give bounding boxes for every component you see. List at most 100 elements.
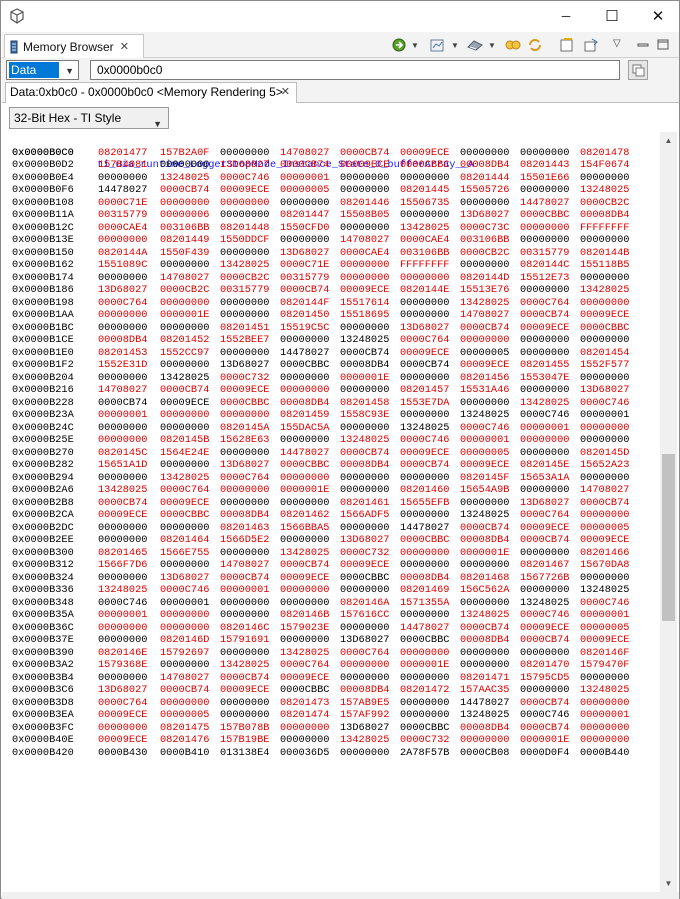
memory-word[interactable]: 00000000	[340, 584, 389, 597]
memory-word[interactable]: 13248025	[400, 422, 449, 435]
memory-word[interactable]: 14478027	[460, 697, 509, 710]
memory-word[interactable]: 00000000	[400, 697, 449, 710]
memory-word[interactable]: 00000000	[160, 322, 209, 335]
memory-word[interactable]: 0820145E	[520, 459, 569, 472]
memory-word[interactable]: 00000000	[220, 697, 269, 710]
format-select[interactable]: 32-Bit Hex - TI Style ▼	[9, 107, 169, 129]
memory-word[interactable]: 00000000	[520, 184, 569, 197]
memory-word[interactable]: 00000000	[280, 472, 329, 485]
tab-close-icon[interactable]: ✕	[120, 40, 129, 53]
memory-word[interactable]: 00000000	[220, 209, 269, 222]
memory-word[interactable]: 0000C764	[98, 297, 147, 310]
memory-word[interactable]: 08201468	[460, 572, 509, 585]
memory-word[interactable]: 00000000	[160, 522, 209, 535]
memory-word[interactable]: 0000C764	[400, 334, 449, 347]
memory-word[interactable]: 13248025	[160, 172, 209, 185]
memory-word[interactable]: 00000000	[520, 147, 569, 160]
memory-word[interactable]: 13D68027	[220, 459, 269, 472]
memory-word[interactable]: 0000001E	[460, 547, 509, 560]
memory-word[interactable]: 13428025	[400, 222, 449, 235]
memory-word[interactable]: 00008DB4	[580, 209, 629, 222]
memory-word[interactable]: 08201467	[520, 559, 569, 572]
memory-word[interactable]: 15513E76	[460, 284, 509, 297]
memory-word[interactable]: 0000CAE4	[98, 222, 147, 235]
memory-word[interactable]: 13D68027	[400, 322, 449, 335]
memory-word[interactable]: 00000000	[340, 184, 389, 197]
memory-word[interactable]: 00000000	[220, 597, 269, 610]
memory-word[interactable]: 08201476	[160, 734, 209, 747]
memory-word[interactable]: 00000000	[340, 484, 389, 497]
memory-word[interactable]: 00000000	[340, 384, 389, 397]
memory-word[interactable]: 0000CBBC	[280, 684, 329, 697]
memory-word[interactable]: 08201470	[520, 659, 569, 672]
address-expression-input[interactable]: 0x0000b0c0	[90, 60, 620, 80]
memory-word[interactable]: 08201465	[98, 547, 147, 560]
memory-word[interactable]: 003106BB	[400, 247, 449, 260]
memory-word[interactable]: 00009ECE	[400, 147, 449, 160]
memory-word[interactable]: 15519C5C	[280, 322, 329, 335]
memory-word[interactable]: 00000000	[340, 322, 389, 335]
memory-word[interactable]: 00000000	[280, 597, 329, 610]
memory-word[interactable]: 00000000	[460, 647, 509, 660]
memory-word[interactable]: 00000000	[580, 722, 629, 735]
memory-word[interactable]: 0000B410	[160, 747, 209, 760]
memory-word[interactable]: 08201449	[160, 234, 209, 247]
memory-word[interactable]: 1551089C	[98, 259, 147, 272]
close-window-button[interactable]: ✕	[635, 1, 680, 31]
memory-word[interactable]: 00000000	[160, 422, 209, 435]
memory-word[interactable]: 00000000	[160, 359, 209, 372]
memory-word[interactable]: 0820146F	[580, 647, 629, 660]
memory-word[interactable]: 1552CC97	[160, 347, 209, 360]
memory-word[interactable]: 08201477	[98, 147, 147, 160]
memory-word[interactable]: 13428025	[340, 734, 389, 747]
memory-word[interactable]: 00000000	[340, 622, 389, 635]
memory-word[interactable]: 13428025	[160, 372, 209, 385]
memory-word[interactable]: 00000000	[98, 522, 147, 535]
memory-word[interactable]: 14478027	[520, 197, 569, 210]
memory-word[interactable]: 00000000	[160, 409, 209, 422]
memory-word[interactable]: 00000000	[340, 672, 389, 685]
memory-word[interactable]: 00000000	[280, 497, 329, 510]
memory-word[interactable]: 00000000	[400, 172, 449, 185]
memory-word[interactable]: 00315779	[220, 284, 269, 297]
memory-word[interactable]: 13428025	[160, 472, 209, 485]
memory-word[interactable]: 00000000	[400, 372, 449, 385]
memory-word[interactable]: 00315779	[98, 209, 147, 222]
memory-word[interactable]: 00000000	[460, 659, 509, 672]
memory-word[interactable]: 13428025	[280, 647, 329, 660]
memory-word[interactable]: 0820146A	[340, 597, 389, 610]
memory-word[interactable]: 00000000	[220, 347, 269, 360]
memory-word[interactable]: 00000000	[520, 222, 569, 235]
memory-word[interactable]: 08201463	[220, 522, 269, 535]
memory-word[interactable]: 00009ECE	[400, 447, 449, 460]
memory-word[interactable]: 13D68027	[220, 159, 269, 172]
memory-word[interactable]: 08201472	[400, 684, 449, 697]
memory-word[interactable]: 13D68027	[220, 359, 269, 372]
tab-memory-rendering[interactable]: Data:0xb0c0 - 0x0000b0c0 <Memory Renderi…	[5, 82, 297, 103]
memory-word[interactable]: 13D68027	[460, 209, 509, 222]
memory-word[interactable]: 14708027	[280, 147, 329, 160]
memory-word[interactable]: 00009ECE	[98, 709, 147, 722]
memory-word[interactable]: 15517614	[340, 297, 389, 310]
memory-word[interactable]: 00000000	[98, 434, 147, 447]
memory-word[interactable]: 00008DB4	[340, 684, 389, 697]
memory-word[interactable]: 0000CB74	[280, 159, 329, 172]
memory-word[interactable]: 0820144B	[580, 247, 629, 260]
memory-word[interactable]: 08201445	[400, 184, 449, 197]
memory-word[interactable]: 08201447	[280, 209, 329, 222]
memory-word[interactable]: 15791691	[220, 634, 269, 647]
memory-word[interactable]: 00009ECE	[220, 384, 269, 397]
memory-word[interactable]: 14708027	[160, 272, 209, 285]
memory-word[interactable]: 00000005	[460, 447, 509, 460]
memory-word[interactable]: 0000CB74	[220, 572, 269, 585]
memory-word[interactable]: 0820144C	[520, 259, 569, 272]
memory-word[interactable]: 13248025	[580, 584, 629, 597]
memory-word[interactable]: 0000001E	[280, 484, 329, 497]
memory-word[interactable]: 13248025	[580, 184, 629, 197]
memory-word[interactable]: 1553E7DA	[400, 397, 449, 410]
memory-word[interactable]: 15512E73	[520, 272, 569, 285]
pin-icon[interactable]	[582, 37, 600, 53]
memory-word[interactable]: 00000005	[280, 184, 329, 197]
memory-word[interactable]: 00000000	[98, 672, 147, 685]
memory-word[interactable]: 00000001	[520, 422, 569, 435]
